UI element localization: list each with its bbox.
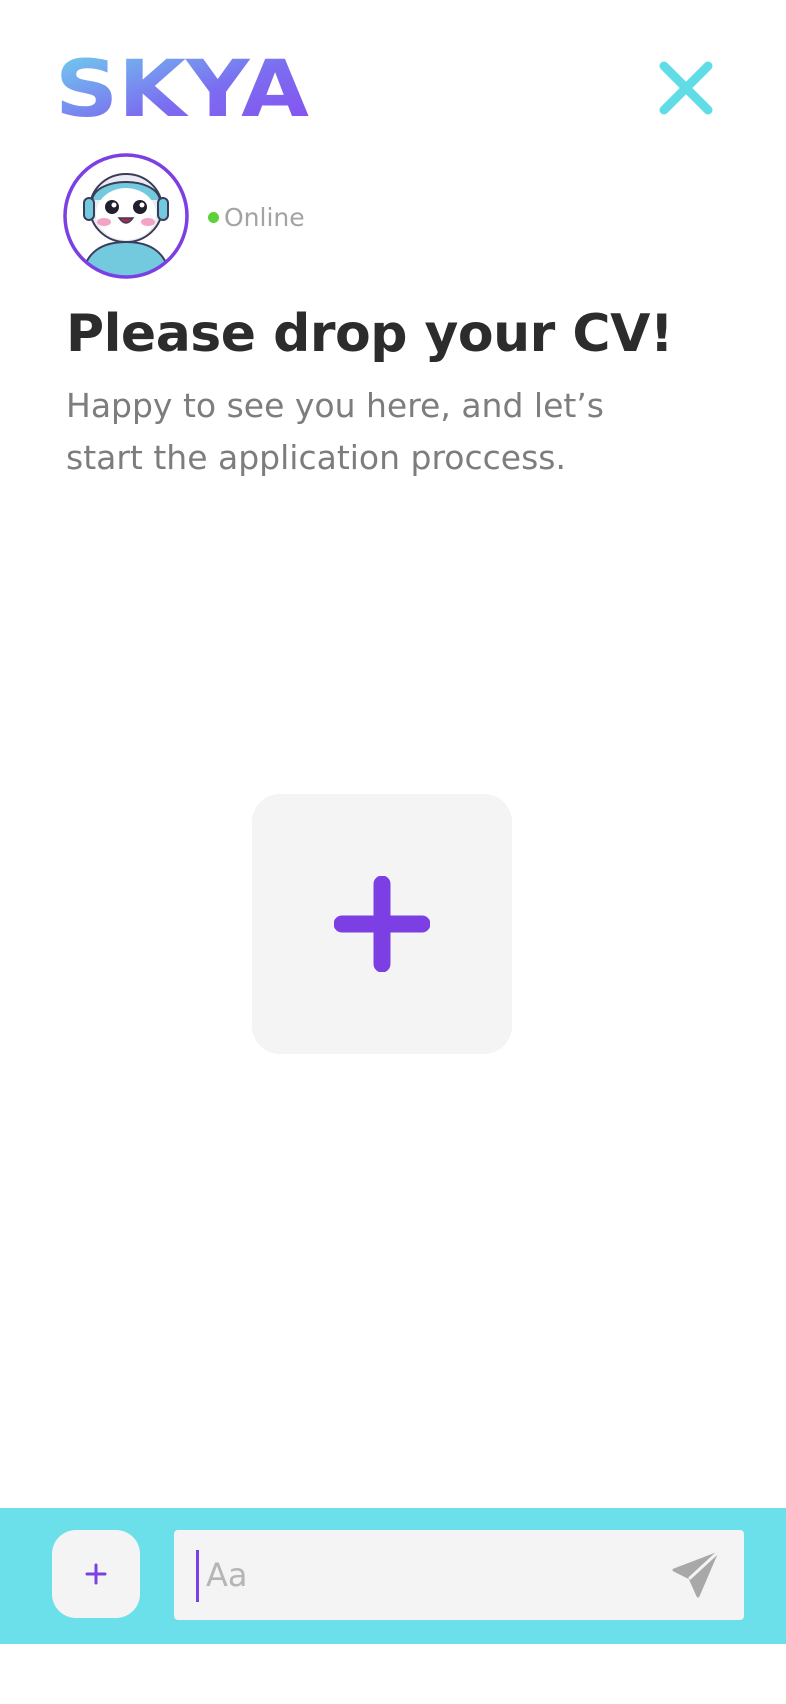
status-dot-icon <box>208 211 219 223</box>
plus-icon <box>85 1563 107 1585</box>
robot-avatar-icon <box>63 153 189 279</box>
bot-avatar <box>62 152 190 280</box>
status-text: Online <box>224 202 305 232</box>
message-composer <box>0 1508 786 1644</box>
online-status: Online <box>208 200 305 234</box>
page-title: Please drop your CV! <box>66 304 674 364</box>
close-icon <box>659 61 713 115</box>
upload-cv-button[interactable] <box>252 794 512 1054</box>
attach-button[interactable] <box>52 1530 140 1618</box>
send-button[interactable] <box>668 1548 722 1602</box>
brand-logo-mark: SKYA <box>55 45 309 130</box>
logo-text: SKYA <box>55 45 309 130</box>
plus-icon <box>334 876 430 972</box>
brand-logo: SKYA <box>55 34 315 130</box>
send-icon <box>672 1552 718 1598</box>
message-field <box>174 1530 744 1620</box>
text-caret <box>196 1550 199 1602</box>
close-button[interactable] <box>656 58 716 118</box>
page-subtitle: Happy to see you here, and let’s start t… <box>66 386 604 477</box>
message-input[interactable] <box>206 1530 626 1620</box>
